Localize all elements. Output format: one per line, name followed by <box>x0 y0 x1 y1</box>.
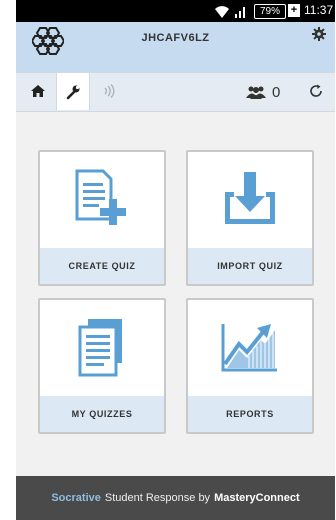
import-quiz-card[interactable]: IMPORT QUIZ <box>186 150 314 286</box>
signal-icon <box>235 7 245 18</box>
toolbar: 0 <box>16 72 335 112</box>
create-quiz-card[interactable]: CREATE QUIZ <box>38 150 166 286</box>
sound-waves-icon <box>104 83 115 99</box>
footer-tagline: Student Response by <box>104 492 211 504</box>
tools-tab[interactable] <box>56 73 90 110</box>
app-header: JHCAFV6LZ <box>16 22 335 72</box>
wifi-icon <box>215 6 229 18</box>
student-counter[interactable]: 0 <box>246 82 286 102</box>
gear-icon[interactable] <box>312 27 326 41</box>
refresh-icon <box>310 84 322 97</box>
reports-label: REPORTS <box>188 396 312 432</box>
status-bar: 79% + 11:37 <box>16 0 335 22</box>
home-icon <box>31 85 45 97</box>
footer: Socrative Student Response by MasteryCon… <box>16 476 335 520</box>
import-quiz-label: IMPORT QUIZ <box>188 248 312 284</box>
my-quizzes-label: MY QUIZZES <box>40 396 164 432</box>
import-download-icon <box>225 172 275 224</box>
reports-card[interactable]: REPORTS <box>186 298 314 434</box>
my-quizzes-icon <box>78 319 122 377</box>
refresh-button[interactable] <box>302 73 330 109</box>
create-quiz-icon <box>75 169 126 225</box>
app-screen: 79% + 11:37 JHCAFV6LZ 0 CREATE QUIZ IMPO… <box>16 0 335 520</box>
room-code-title: JHCAFV6LZ <box>141 32 210 44</box>
my-quizzes-card[interactable]: MY QUIZZES <box>38 298 166 434</box>
create-quiz-label: CREATE QUIZ <box>40 248 164 284</box>
charging-badge: + <box>288 4 300 17</box>
users-icon <box>246 86 266 99</box>
reports-chart-icon <box>221 324 277 372</box>
wrench-icon <box>66 85 80 99</box>
home-tab[interactable] <box>24 73 52 109</box>
footer-company[interactable]: MasteryConnect <box>214 492 300 504</box>
clock: 11:37 <box>304 3 334 17</box>
student-count: 0 <box>272 83 281 101</box>
footer-brand[interactable]: Socrative <box>51 492 101 504</box>
sound-tab[interactable] <box>94 73 122 109</box>
left-gutter <box>0 0 16 520</box>
battery-level: 79% <box>254 4 286 19</box>
